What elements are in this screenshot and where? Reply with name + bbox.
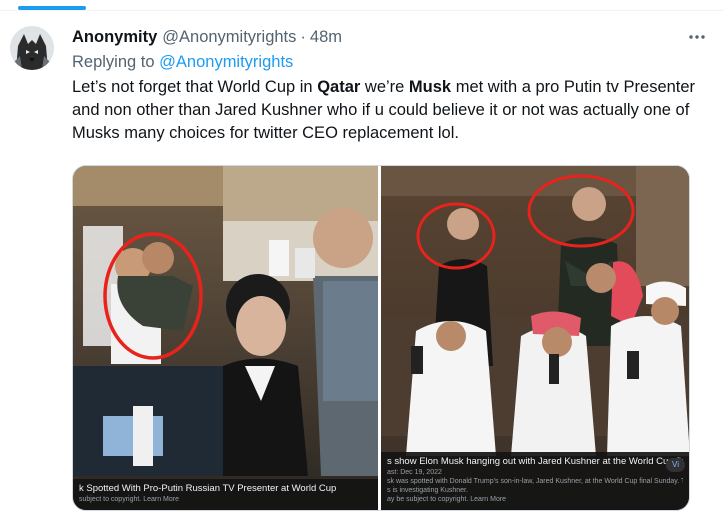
photo-right-caption: Vi s show Elon Musk hanging out with Jar… (381, 452, 689, 510)
replying-prefix: Replying to (72, 53, 155, 71)
more-options-button[interactable] (685, 26, 709, 48)
caption-date: ast: Dec 19, 2022 (387, 469, 442, 476)
photo-left-caption: k Spotted With Pro-Putin Russian TV Pres… (73, 479, 378, 510)
visit-pill[interactable]: Vi (666, 458, 685, 472)
tweet-text-bold: Musk (408, 78, 452, 96)
media-grid: k Spotted With Pro-Putin Russian TV Pres… (72, 165, 690, 511)
tweet-text-part: Let’s not forget that World Cup in (72, 78, 318, 96)
display-name[interactable]: Anonymity (72, 26, 157, 48)
user-handle[interactable]: @Anonymityrights (162, 26, 296, 48)
separator-dot: · (300, 28, 306, 46)
caption-title: k Spotted With Pro-Putin Russian TV Pres… (79, 483, 337, 494)
tweet-text-bold: Qatar (317, 78, 361, 96)
replying-to: Replying to @Anonymityrights (72, 51, 702, 73)
photo-left[interactable]: k Spotted With Pro-Putin Russian TV Pres… (73, 166, 378, 510)
replying-to-link[interactable]: @Anonymityrights (159, 53, 293, 71)
more-horizontal-icon (689, 35, 705, 39)
timestamp[interactable]: 48m (310, 26, 342, 48)
caption-desc: sk was spotted with Donald Trump’s son-i… (387, 478, 683, 485)
caption-meta: ay be subject to copyright. Learn More (387, 496, 507, 503)
caption-meta: subject to copyright. Learn More (79, 496, 179, 503)
caption-desc2: s is investigating Kushner. (387, 487, 468, 494)
tweet-header: Anonymity @Anonymityrights · 48m (72, 26, 705, 48)
tweet-text: Let’s not forget that World Cup in Qatar… (72, 76, 697, 145)
tweet: Anonymity @Anonymityrights · 48m Replyin… (72, 26, 705, 145)
divider (0, 10, 723, 11)
photo-right[interactable]: Vi s show Elon Musk hanging out with Jar… (381, 166, 689, 510)
caption-title: s show Elon Musk hanging out with Jared … (387, 456, 683, 467)
tweet-text-part: we’re (360, 78, 409, 96)
photo-left-image (73, 166, 378, 510)
avatar[interactable] (10, 26, 54, 70)
